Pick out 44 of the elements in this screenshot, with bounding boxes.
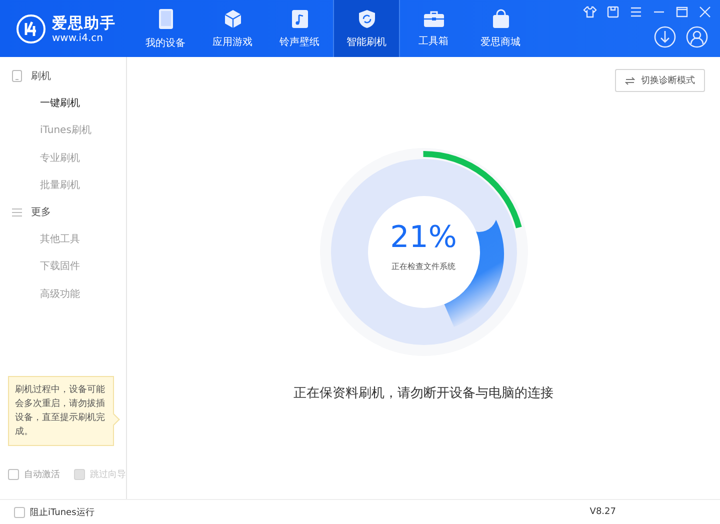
progress-stage: 正在检查文件系统: [392, 261, 456, 272]
logo-icon: [16, 14, 46, 44]
close-icon[interactable]: [698, 5, 712, 19]
nav-tab[interactable]: 我的设备: [132, 0, 199, 57]
app-url: www.i4.cn: [52, 32, 104, 44]
status-message: 正在保资料刷机，请勿断开设备与电脑的连接: [294, 385, 554, 402]
user-icon[interactable]: [686, 26, 708, 48]
checkbox-label: 阻止iTunes运行: [30, 506, 94, 518]
shirt-icon[interactable]: [583, 5, 597, 19]
music-file-icon: [290, 8, 308, 28]
swap-icon: [625, 76, 635, 84]
toolbox-icon: [422, 10, 444, 28]
nav-tab[interactable]: 工具箱: [400, 0, 467, 57]
nav-tab[interactable]: 智能刷机: [333, 0, 400, 57]
shield-refresh-icon: [358, 8, 376, 28]
phone-icon: [158, 8, 174, 30]
list-icon: [12, 208, 22, 216]
nav-tab[interactable]: 铃声壁纸: [266, 0, 333, 57]
sidebar-item[interactable]: 下载固件: [0, 252, 126, 280]
menu-icon[interactable]: [629, 5, 643, 19]
sidebar-item[interactable]: iTunes刷机: [0, 116, 126, 144]
checkbox[interactable]: [8, 469, 19, 480]
switch-mode-button[interactable]: 切换诊断模式: [615, 69, 705, 92]
version-label: V8.27: [590, 507, 616, 517]
checkbox-label: 跳过向导: [90, 468, 126, 481]
nav-tab[interactable]: 爱思商城: [467, 0, 534, 57]
app-name: 爱思助手: [52, 14, 116, 32]
sidebar-item[interactable]: 高级功能: [0, 280, 126, 308]
progress-percent: 21%: [390, 220, 457, 255]
save-icon[interactable]: [606, 5, 620, 19]
maximize-icon[interactable]: [675, 5, 689, 19]
checkbox[interactable]: [14, 506, 25, 518]
download-icon[interactable]: [654, 26, 676, 48]
checkbox-label: 自动激活: [24, 468, 60, 481]
sidebar-item[interactable]: 其他工具: [0, 225, 126, 252]
cube-icon: [222, 8, 242, 28]
sidebar-item[interactable]: 专业刷机: [0, 144, 126, 172]
sidebar-item[interactable]: 批量刷机: [0, 172, 126, 199]
nav-tab[interactable]: 应用游戏: [199, 0, 266, 57]
sidebar-group-label: 刷机: [31, 70, 51, 83]
tablet-icon: [12, 70, 22, 82]
sidebar-item[interactable]: 一键刷机: [0, 89, 126, 116]
shopping-bag-icon: [490, 8, 510, 28]
sidebar-group-label: 更多: [31, 206, 51, 219]
